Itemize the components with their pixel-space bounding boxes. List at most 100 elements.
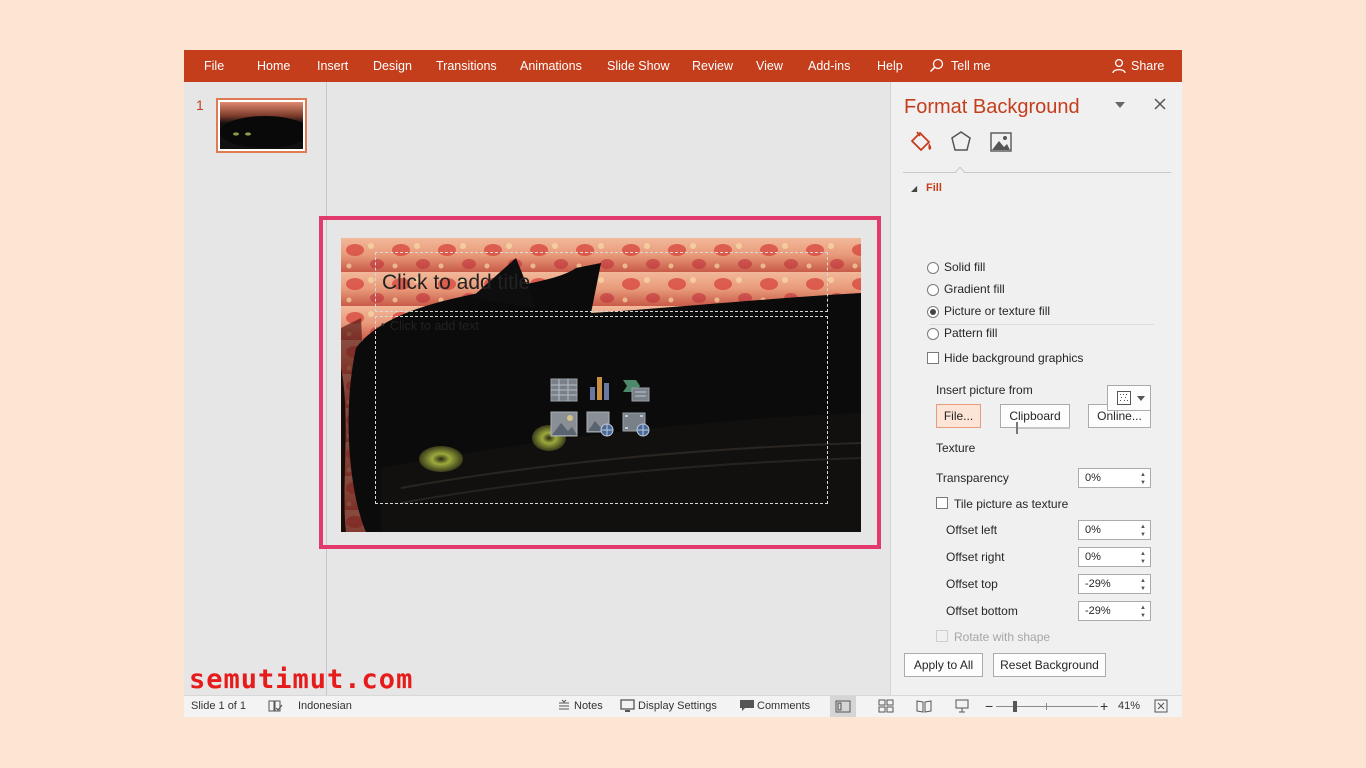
transparency-slider[interactable]: [1016, 427, 1070, 429]
title-placeholder[interactable]: Click to add title: [375, 252, 828, 312]
slide-thumbnail[interactable]: [216, 98, 307, 153]
offset-top-spinner[interactable]: -29% ▲ ▼: [1078, 574, 1151, 594]
spell-check-icon[interactable]: [267, 699, 283, 713]
spin-up-icon[interactable]: ▲: [1140, 605, 1146, 611]
clipboard-button[interactable]: Clipboard: [1000, 404, 1070, 428]
spin-down-icon[interactable]: ▼: [1140, 613, 1146, 619]
watermark: semutimut.com: [189, 664, 414, 695]
display-settings-button[interactable]: Display Settings: [638, 700, 717, 712]
picture-icon[interactable]: [550, 411, 578, 437]
table-icon[interactable]: [550, 377, 578, 403]
rotate-with-shape-label[interactable]: Rotate with shape: [954, 630, 1050, 644]
smartart-icon[interactable]: [622, 377, 650, 403]
powerpoint-window: File Home Insert Design Transitions Anim…: [184, 50, 1182, 717]
slide-canvas[interactable]: Click to add title • Click to add text: [341, 238, 861, 532]
normal-view-button[interactable]: [830, 696, 856, 717]
offset-right-spinner[interactable]: 0% ▲ ▼: [1078, 547, 1151, 567]
content-placeholder[interactable]: • Click to add text: [375, 316, 828, 504]
fill-bucket-icon[interactable]: [908, 129, 934, 155]
picture-texture-fill-label[interactable]: Picture or texture fill: [944, 304, 1050, 318]
tile-picture-label[interactable]: Tile picture as texture: [954, 497, 1068, 511]
tile-picture-checkbox[interactable]: [936, 497, 948, 509]
picture-texture-fill-radio[interactable]: [927, 306, 939, 318]
zoom-out-button[interactable]: −: [985, 698, 993, 714]
spin-up-icon[interactable]: ▲: [1140, 551, 1146, 557]
fill-section-header[interactable]: Fill: [926, 182, 942, 194]
notes-icon[interactable]: [556, 699, 572, 713]
spin-down-icon[interactable]: ▼: [1140, 586, 1146, 592]
language[interactable]: Indonesian: [298, 700, 352, 712]
transparency-slider-thumb[interactable]: [1016, 422, 1018, 434]
pattern-fill-label[interactable]: Pattern fill: [944, 326, 997, 340]
tab-file[interactable]: File: [204, 50, 224, 82]
tab-insert[interactable]: Insert: [317, 50, 348, 82]
spin-down-icon[interactable]: ▼: [1140, 532, 1146, 538]
comments-button[interactable]: Comments: [757, 700, 810, 712]
hide-background-graphics-checkbox[interactable]: [927, 352, 939, 364]
gradient-fill-label[interactable]: Gradient fill: [944, 282, 1005, 296]
tab-review[interactable]: Review: [692, 50, 733, 82]
zoom-midpoint-tick: [1046, 703, 1047, 710]
pentagon-icon[interactable]: [948, 129, 974, 155]
online-picture-icon[interactable]: [586, 411, 614, 437]
offset-left-label: Offset left: [946, 523, 998, 537]
solid-fill-radio[interactable]: [927, 262, 939, 274]
zoom-slider-thumb[interactable]: [1013, 701, 1017, 712]
slide-sorter-icon[interactable]: [878, 699, 894, 713]
transparency-label: Transparency: [936, 471, 1009, 485]
spin-down-icon[interactable]: ▼: [1140, 480, 1146, 486]
rotate-with-shape-checkbox[interactable]: [936, 630, 948, 642]
format-background-pane: Format Background ◢ Fill Solid fill Grad…: [890, 82, 1182, 695]
hide-background-graphics-label[interactable]: Hide background graphics: [944, 351, 1083, 365]
spin-down-icon[interactable]: ▼: [1140, 559, 1146, 565]
offset-bottom-label: Offset bottom: [946, 604, 1018, 618]
slide-show-icon[interactable]: [954, 699, 970, 713]
tab-home[interactable]: Home: [257, 50, 290, 82]
active-tab-caret: [955, 167, 965, 173]
zoom-in-button[interactable]: +: [1100, 698, 1108, 714]
zoom-level[interactable]: 41%: [1118, 700, 1140, 712]
pane-title: Format Background: [904, 96, 1080, 118]
offset-left-spinner[interactable]: 0% ▲ ▼: [1078, 520, 1151, 540]
title-placeholder-text: Click to add title: [382, 271, 531, 294]
chevron-down-icon[interactable]: [1114, 100, 1126, 110]
lightbulb-search-icon[interactable]: [929, 58, 945, 74]
texture-dropdown[interactable]: [1107, 385, 1151, 411]
spin-up-icon[interactable]: ▲: [1140, 524, 1146, 530]
tab-view[interactable]: View: [756, 50, 783, 82]
reading-view-icon[interactable]: [916, 699, 932, 713]
tab-design[interactable]: Design: [373, 50, 412, 82]
spin-up-icon[interactable]: ▲: [1140, 472, 1146, 478]
share-button[interactable]: Share: [1131, 50, 1164, 82]
person-share-icon[interactable]: [1111, 58, 1127, 74]
offset-bottom-spinner[interactable]: -29% ▲ ▼: [1078, 601, 1151, 621]
comments-icon[interactable]: [739, 699, 755, 713]
collapse-triangle-icon[interactable]: ◢: [911, 184, 917, 193]
tab-transitions[interactable]: Transitions: [436, 50, 497, 82]
apply-to-all-button[interactable]: Apply to All: [904, 653, 983, 677]
video-icon[interactable]: [622, 411, 650, 437]
notes-button[interactable]: Notes: [574, 700, 603, 712]
spin-up-icon[interactable]: ▲: [1140, 578, 1146, 584]
solid-fill-label[interactable]: Solid fill: [944, 260, 985, 274]
tab-animations[interactable]: Animations: [520, 50, 582, 82]
offset-top-value: -29%: [1085, 578, 1111, 590]
picture-icon[interactable]: [988, 129, 1014, 155]
zoom-slider[interactable]: [996, 706, 1098, 707]
transparency-spinner[interactable]: 0% ▲ ▼: [1078, 468, 1151, 488]
tab-help[interactable]: Help: [877, 50, 903, 82]
chart-icon[interactable]: [586, 375, 614, 401]
fit-to-window-icon[interactable]: [1153, 699, 1169, 713]
offset-right-value: 0%: [1085, 551, 1101, 563]
tab-slide-show[interactable]: Slide Show: [607, 50, 670, 82]
section-divider: [929, 324, 1154, 325]
file-button[interactable]: File...: [936, 404, 981, 428]
reset-background-button[interactable]: Reset Background: [993, 653, 1106, 677]
tell-me-search[interactable]: Tell me: [951, 50, 991, 82]
close-icon[interactable]: [1153, 97, 1167, 111]
display-settings-icon[interactable]: [620, 699, 636, 713]
offset-left-value: 0%: [1085, 524, 1101, 536]
gradient-fill-radio[interactable]: [927, 284, 939, 296]
pattern-fill-radio[interactable]: [927, 328, 939, 340]
tab-add-ins[interactable]: Add-ins: [808, 50, 850, 82]
